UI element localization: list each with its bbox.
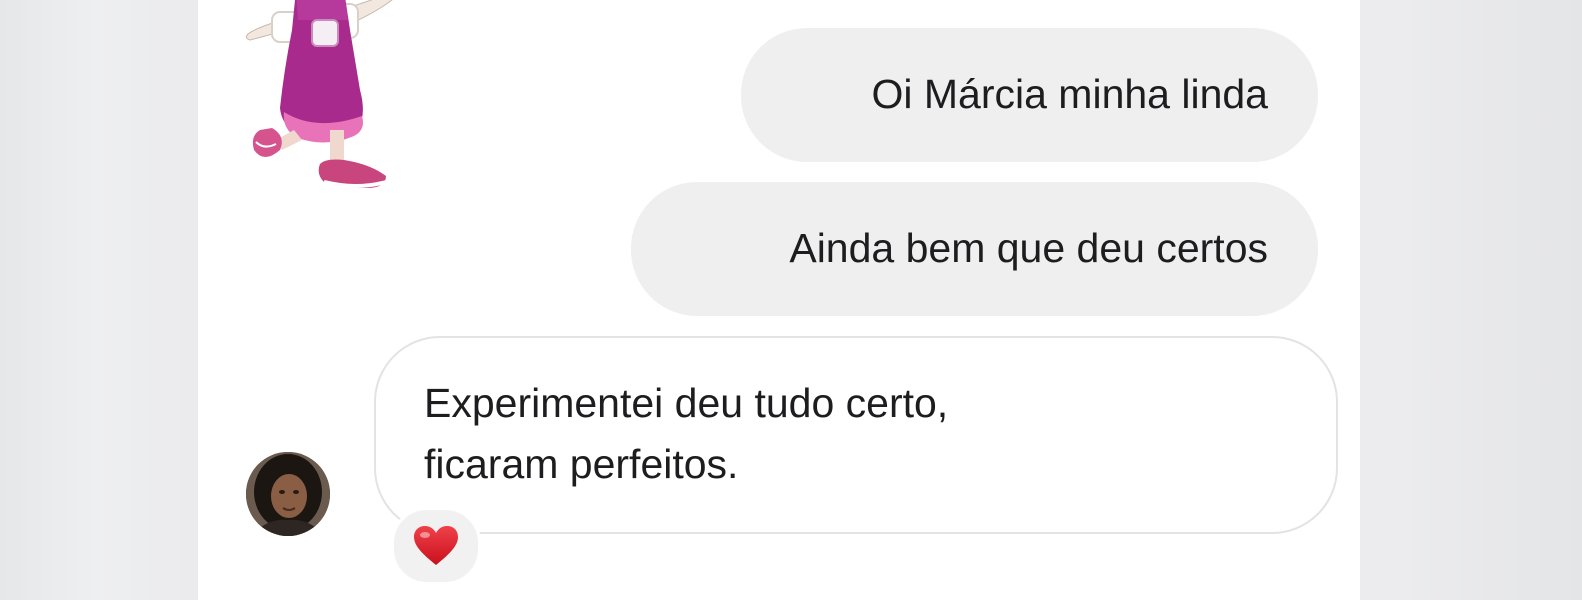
message-reaction[interactable] <box>391 507 481 585</box>
received-message-bubble[interactable]: Experimentei deu tudo certo, ficaram per… <box>374 336 1338 534</box>
chat-panel: Oi Márcia minha linda Ainda bem que deu … <box>198 0 1360 600</box>
contact-avatar[interactable] <box>246 452 330 536</box>
sent-message-bubble[interactable]: Oi Márcia minha linda <box>741 28 1318 162</box>
avatar-photo-icon <box>246 452 330 536</box>
heart-emoji-icon <box>414 526 458 565</box>
message-text: Ainda bem que deu certos <box>789 225 1268 272</box>
masha-sticker-icon <box>245 0 393 188</box>
message-text-line: Experimentei deu tudo certo, <box>424 379 949 426</box>
sent-message-bubble[interactable]: Ainda bem que deu certos <box>631 182 1318 316</box>
sticker-image[interactable] <box>236 0 406 205</box>
message-text-line: ficaram perfeitos. <box>424 441 739 487</box>
message-text: Oi Márcia minha linda <box>871 71 1269 118</box>
